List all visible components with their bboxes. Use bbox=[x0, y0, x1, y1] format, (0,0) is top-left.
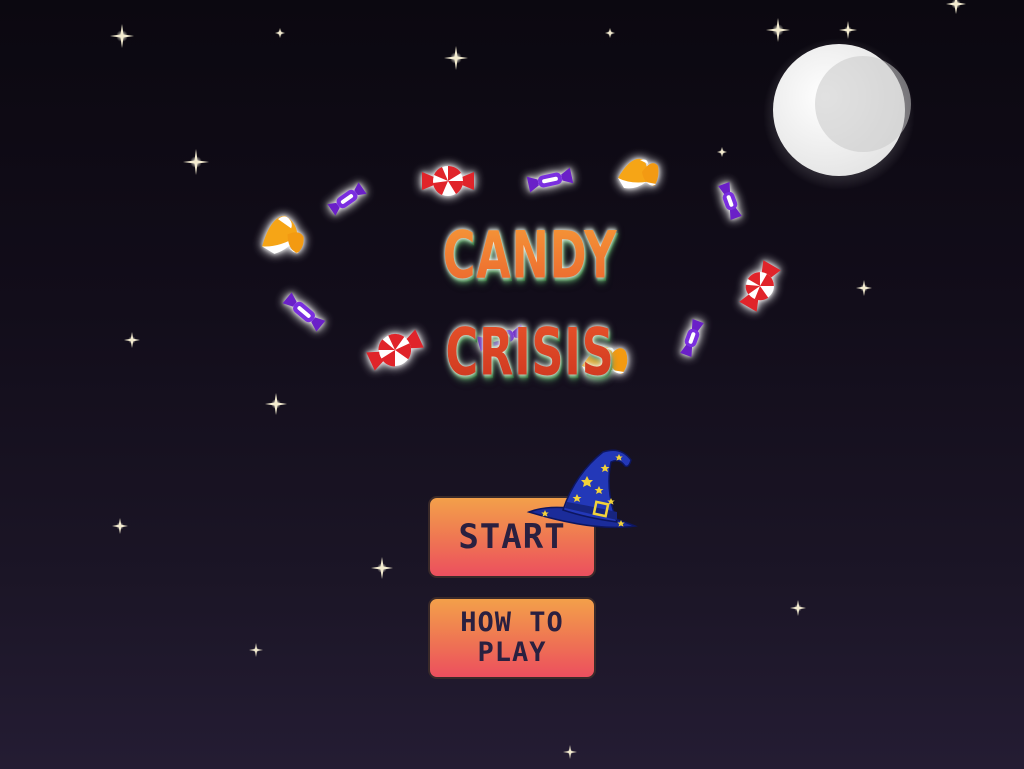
peppermint-icon bbox=[739, 260, 781, 312]
twinkling-star-icon bbox=[605, 28, 615, 38]
game-title: CANDY CRISIS bbox=[393, 207, 667, 400]
twinkling-star-icon bbox=[444, 46, 468, 70]
how-to-play-button-label: HOW TO PLAY bbox=[460, 607, 564, 668]
game-title-logo: CANDY CRISIS bbox=[340, 212, 720, 390]
game-title-screen: CANDY CRISIS START HOW TO PLAY bbox=[0, 0, 1024, 769]
peppermint-icon bbox=[422, 165, 474, 196]
twinkling-star-icon bbox=[249, 643, 263, 657]
twinkling-star-icon bbox=[265, 393, 287, 415]
twinkling-star-icon bbox=[371, 557, 393, 579]
twinkling-star-icon bbox=[839, 21, 857, 39]
twinkling-star-icon bbox=[717, 147, 727, 157]
twinkling-star-icon bbox=[946, 0, 966, 14]
candy-corn-icon bbox=[262, 215, 304, 254]
twinkling-star-icon bbox=[183, 149, 209, 175]
moon-icon bbox=[763, 38, 915, 190]
how-to-play-button[interactable]: HOW TO PLAY bbox=[428, 597, 596, 679]
wrapped-candy-icon bbox=[526, 167, 574, 193]
twinkling-star-icon bbox=[124, 332, 140, 348]
twinkling-star-icon bbox=[112, 518, 128, 534]
wizard-hat-icon bbox=[526, 449, 638, 529]
twinkling-star-icon bbox=[856, 280, 872, 296]
wrapped-candy-icon bbox=[680, 319, 704, 357]
wrapped-candy-icon bbox=[282, 292, 326, 332]
candy-corn-icon bbox=[618, 158, 659, 189]
twinkling-star-icon bbox=[275, 28, 285, 38]
twinkling-star-icon bbox=[563, 745, 577, 759]
twinkling-star-icon bbox=[790, 600, 806, 616]
twinkling-star-icon bbox=[110, 24, 134, 48]
